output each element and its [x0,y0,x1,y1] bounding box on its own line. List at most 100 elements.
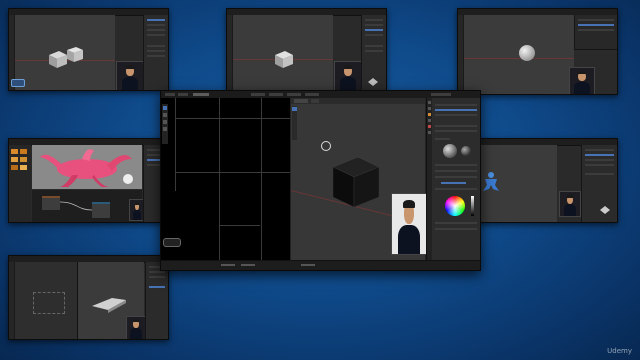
thumbnail-window-flat-object[interactable] [8,255,169,340]
property-tab[interactable] [428,125,431,128]
property-row[interactable] [435,222,477,224]
properties-panel [145,262,168,339]
property-row[interactable] [435,164,477,166]
workspace-tab[interactable] [305,93,319,96]
thumbnail-window-single-cube[interactable] [226,8,387,91]
properties-panel [426,98,480,261]
property-row[interactable] [435,114,477,116]
property-row[interactable] [435,125,477,127]
property-tab[interactable] [428,107,431,110]
workspace-tab[interactable] [269,93,283,96]
presenter-hair [134,202,140,205]
property-row[interactable] [435,176,477,178]
property-row[interactable] [435,228,477,230]
property-row[interactable] [435,138,450,140]
blender-topbar [161,91,480,98]
view-menu[interactable] [311,99,319,103]
property-row [147,55,165,57]
property-row [365,34,383,36]
property-row[interactable] [435,104,477,106]
viewport-toolbar [292,106,297,140]
property-row[interactable] [441,182,466,184]
webcam-feed [559,191,581,217]
asset-thumbnail [20,165,27,170]
uv-toolbar [162,104,168,144]
outliner-panel [574,15,617,50]
workspace-tab[interactable] [287,93,301,96]
cube-object [67,47,83,62]
presenter-body [121,76,139,90]
select-tool-icon[interactable] [163,106,167,110]
mode-dropdown[interactable] [294,99,308,103]
outliner-row [578,19,614,21]
outliner-row [578,29,614,31]
property-row[interactable] [435,188,477,190]
workspace-tab[interactable] [193,93,209,96]
viewport-3d[interactable] [290,98,427,261]
presenter-hair [132,319,140,323]
viewport-3d [464,15,574,94]
uv-grid-line [261,98,262,261]
property-row [147,45,165,47]
property-row [147,19,165,21]
material-preview-sphere [443,144,457,158]
property-row [365,45,383,47]
property-row [149,276,165,278]
presenter-body [339,76,357,90]
menu-item[interactable] [165,93,175,96]
flat-mesh-object [92,298,126,313]
property-row [365,50,383,52]
property-row [147,154,161,156]
property-tab[interactable] [428,101,431,104]
color-wheel-icon[interactable] [445,196,465,216]
uv-grid-line [175,98,176,191]
rotate-tool-icon[interactable] [163,120,167,124]
thumbnail-window-blue-figure[interactable] [476,138,618,223]
scale-tool-icon[interactable] [163,127,167,131]
property-row[interactable] [435,170,477,172]
property-row[interactable] [435,130,477,132]
select-tool-icon[interactable] [292,107,297,111]
black-cube-object [332,156,380,208]
thumbnail-window-pink-creature[interactable] [8,138,165,223]
value-slider[interactable] [471,196,474,216]
property-row [147,164,161,166]
property-row [365,29,383,31]
property-row [147,34,165,36]
webcam-feed [116,61,144,90]
property-row[interactable] [435,109,477,111]
presenter-hair [343,64,353,69]
cursor-icon[interactable] [321,141,331,151]
uv-grid-line [175,118,290,119]
scene-selector[interactable] [431,93,451,96]
property-row [365,19,383,21]
workspace-tab[interactable] [251,93,265,96]
property-row [147,159,161,161]
status-bar [161,260,480,270]
asset-thumbnail [11,157,18,162]
decoration-icon [600,206,610,214]
move-tool-icon[interactable] [163,113,167,117]
property-tab[interactable] [428,113,431,116]
presenter-body [130,328,142,339]
uv-editor [161,98,290,261]
property-tab[interactable] [428,131,431,134]
property-row [149,271,165,273]
pink-creature-render [40,149,133,187]
empty-image-frame [33,292,65,314]
property-row [147,29,165,31]
blue-figure-object [483,172,499,191]
property-row [147,50,165,52]
uv-grid-line [219,98,220,261]
property-row [585,159,614,161]
timeline-badge [11,79,25,87]
x-axis-line [464,58,574,60]
main-blender-window[interactable] [160,90,481,271]
asset-browser-panel [9,145,31,222]
presenter-hair [566,194,574,198]
presenter-body [574,81,590,94]
thumbnail-window-sphere[interactable] [457,8,618,95]
property-tab[interactable] [428,119,431,122]
thumbnail-window-two-cubes[interactable] [8,8,169,91]
menu-item[interactable] [178,93,188,96]
